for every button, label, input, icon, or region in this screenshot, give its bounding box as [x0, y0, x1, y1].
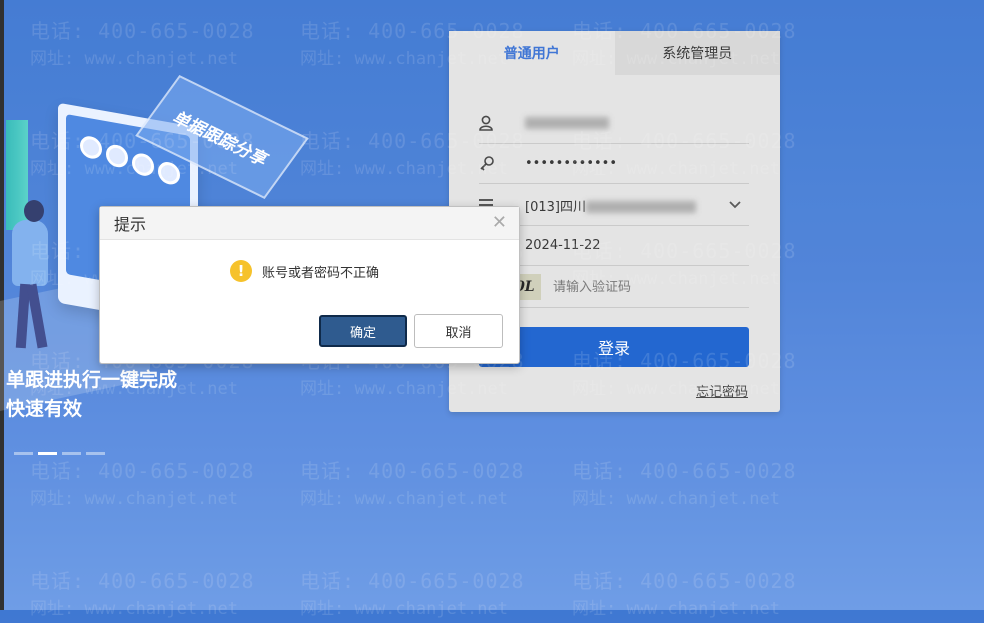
- cancel-button[interactable]: 取消: [414, 314, 503, 348]
- confirm-button[interactable]: 确定: [319, 315, 407, 347]
- close-icon[interactable]: ✕: [492, 212, 507, 233]
- dialog-message: 账号或者密码不正确: [262, 265, 380, 281]
- dialog-header: 提示 ✕: [100, 207, 519, 240]
- warning-icon: !: [230, 260, 252, 282]
- dialog-body: ! 账号或者密码不正确: [100, 240, 519, 282]
- alert-dialog: 提示 ✕ ! 账号或者密码不正确 确定 取消: [99, 206, 520, 364]
- dialog-title: 提示: [114, 215, 147, 234]
